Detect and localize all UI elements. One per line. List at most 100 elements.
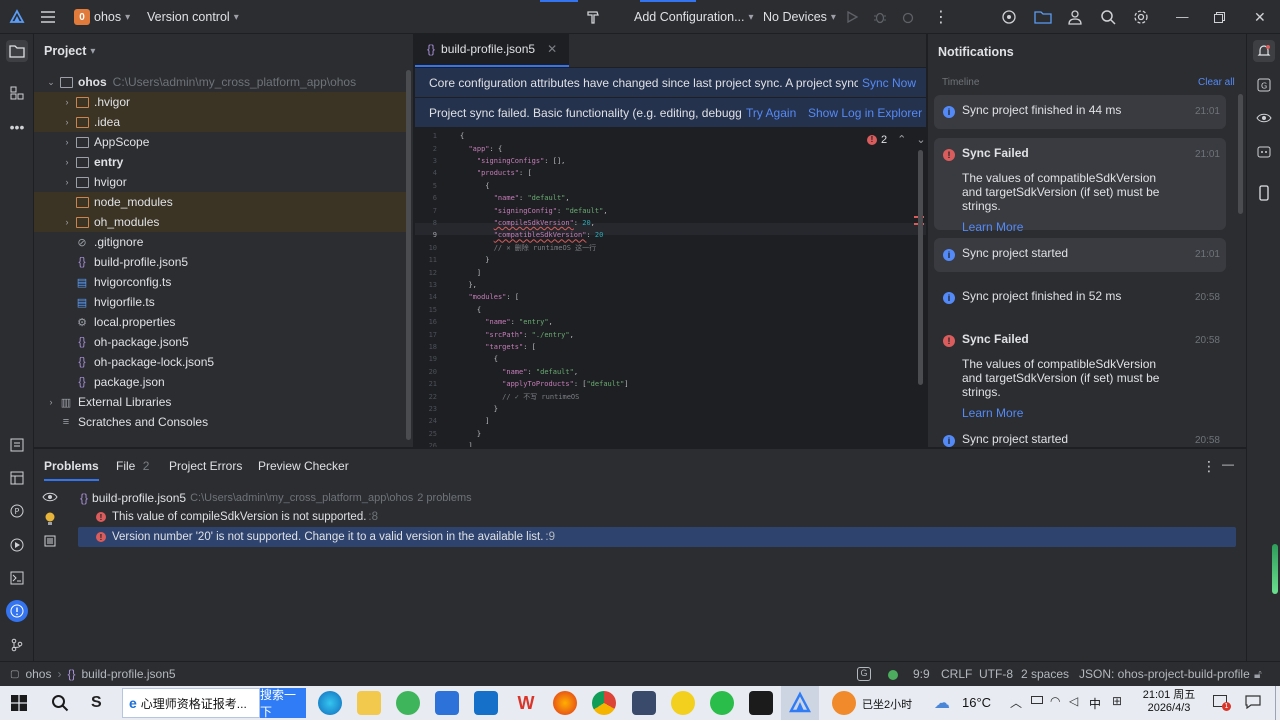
json-schema[interactable]: JSON: ohos-project-build-profile xyxy=(1079,667,1250,681)
tree-item-local-properties[interactable]: ⚙ local.properties xyxy=(34,312,406,332)
tree-item-node-modules[interactable]: node_modules xyxy=(34,192,406,212)
project-panel-header[interactable]: Project ▾ xyxy=(34,34,413,68)
code-line[interactable]: 25 } xyxy=(415,428,482,440)
tree-item-hvigorfile[interactable]: ▤ hvigorfile.ts xyxy=(34,292,406,312)
minimize-panel-icon[interactable]: — xyxy=(1222,457,1234,471)
structure-icon[interactable] xyxy=(6,82,28,104)
code-area[interactable]: 1{2 "app": {3 "signingConfigs": [], 4 "pr… xyxy=(415,130,926,447)
tree-item-package-json[interactable]: {} package.json xyxy=(34,372,406,392)
battery-icon[interactable] xyxy=(1031,696,1043,704)
wps-icon[interactable]: W xyxy=(514,691,538,715)
more-tools-icon[interactable]: ••• xyxy=(6,116,28,138)
lightbulb-icon[interactable] xyxy=(44,512,56,526)
code-line[interactable]: 16 "name": "entry", xyxy=(415,316,553,328)
preview-eye-icon[interactable] xyxy=(1253,107,1275,129)
editor-scrollbar[interactable] xyxy=(918,150,923,385)
monitor-app-icon[interactable] xyxy=(632,691,656,715)
tab-project-errors[interactable]: Project Errors xyxy=(169,459,242,473)
device-dropdown[interactable]: No Devices ▾ xyxy=(763,0,836,34)
more-actions-icon[interactable]: ⋮ xyxy=(933,0,949,34)
minimize-icon[interactable]: — xyxy=(1176,0,1189,34)
problem-row[interactable]: ! This value of compileSdkVersion is not… xyxy=(78,507,1236,527)
line-separator[interactable]: CRLF xyxy=(941,667,972,681)
editor-tab[interactable]: {} build-profile.json5 ✕ xyxy=(415,33,570,67)
code-line[interactable]: 5 { xyxy=(415,180,490,192)
tree-item-scratches[interactable]: ≡ Scratches and Consoles xyxy=(34,412,406,432)
ime-grid-icon[interactable]: ⊞ xyxy=(1112,694,1122,708)
deveco-studio-icon[interactable] xyxy=(788,691,812,715)
device-manager-icon[interactable] xyxy=(1001,0,1017,34)
action-center-icon[interactable] xyxy=(1245,695,1261,709)
notification-item[interactable]: i Sync project finished in 52 ms 20:58 xyxy=(934,281,1226,315)
restore-icon[interactable] xyxy=(1214,0,1225,34)
learn-more-link[interactable]: Learn More xyxy=(962,406,1216,420)
code-line[interactable]: 4 "products": [ xyxy=(415,167,532,179)
main-menu-icon[interactable] xyxy=(40,0,56,34)
gradle-icon[interactable]: G xyxy=(857,667,871,681)
code-line[interactable]: 17 "srcPath": "./entry", xyxy=(415,328,574,340)
app-logo-icon[interactable] xyxy=(9,0,25,34)
learn-more-link[interactable]: Learn More xyxy=(962,220,1216,234)
code-line[interactable]: 26 ] xyxy=(415,440,473,447)
indent-setting[interactable]: 2 spaces xyxy=(1021,667,1069,681)
caret-position[interactable]: 9:9 xyxy=(913,667,930,681)
git-branch-icon[interactable] xyxy=(6,634,28,656)
show-log-link[interactable]: Show Log in Explorer xyxy=(804,105,923,120)
search-button[interactable]: 搜索一下 xyxy=(260,688,306,719)
next-error-icon[interactable]: ⌄ xyxy=(916,133,925,146)
app-analyzer-icon[interactable] xyxy=(1253,141,1275,163)
file-encoding[interactable]: UTF-8 xyxy=(979,667,1013,681)
profiler-p-icon[interactable]: P xyxy=(6,500,28,522)
temperature[interactable]: 16°C xyxy=(962,695,991,710)
tab-file[interactable]: File 2 xyxy=(116,459,149,473)
breadcrumb-item[interactable]: ohos xyxy=(25,667,51,681)
code-line[interactable]: 24 ] xyxy=(415,415,490,427)
todo-icon[interactable] xyxy=(6,434,28,456)
tree-item-build-profile[interactable]: {} build-profile.json5 xyxy=(34,252,406,272)
weather-icon[interactable]: ☁ xyxy=(934,693,950,713)
yellow-app-icon[interactable] xyxy=(671,691,695,715)
tree-item-oh-package[interactable]: {} oh-package.json5 xyxy=(34,332,406,352)
code-line[interactable]: 11 } xyxy=(415,254,490,266)
run-configuration-dropdown[interactable]: Add Configuration... ▾ xyxy=(634,0,754,34)
code-line[interactable]: 2 "app": { xyxy=(415,142,502,154)
vcs-menu[interactable]: Version control ▾ xyxy=(147,0,239,34)
inspection-widget[interactable]: ! 2 ⌃ ⌄ xyxy=(867,133,926,146)
edge-browser-icon[interactable] xyxy=(318,691,342,715)
clock[interactable]: 21:01 周五 2026/4/3 xyxy=(1140,689,1198,715)
run-icon[interactable] xyxy=(845,0,859,34)
sync-now-link[interactable]: Sync Now xyxy=(858,75,917,90)
tree-item-hvigor-hidden[interactable]: › .hvigor xyxy=(34,92,406,112)
close-icon[interactable]: ✕ xyxy=(1254,0,1266,34)
tree-item-gitignore[interactable]: ⊘ .gitignore xyxy=(34,232,406,252)
green-app-icon[interactable] xyxy=(396,691,420,715)
wifi-icon[interactable]: ◠ xyxy=(1050,694,1060,708)
code-line[interactable]: 1{ xyxy=(415,130,464,142)
search-icon[interactable] xyxy=(1100,0,1116,34)
folder-sync-icon[interactable] xyxy=(1034,0,1052,34)
preview-eye-icon[interactable] xyxy=(42,491,58,503)
notification-item[interactable]: ! Sync Failed 20:58 The values of compat… xyxy=(934,324,1226,420)
account-icon[interactable] xyxy=(1067,0,1083,34)
chrome-icon[interactable] xyxy=(592,691,616,715)
ime-indicator[interactable]: 中 xyxy=(1089,695,1101,712)
show-desktop-button[interactable] xyxy=(1275,686,1276,720)
windows-start-icon[interactable] xyxy=(11,695,27,711)
tree-item-oh-package-lock[interactable]: {} oh-package-lock.json5 xyxy=(34,352,406,372)
code-line[interactable]: 22 // ✓ 不写 runtimeOS xyxy=(415,390,580,402)
build-hammer-icon[interactable] xyxy=(585,0,601,34)
code-line[interactable]: 19 { xyxy=(415,353,498,365)
code-line[interactable]: 23 } xyxy=(415,403,498,415)
health-reminder-icon[interactable] xyxy=(832,691,856,715)
tree-root-ohos[interactable]: ⌄ ohos C:\Users\admin\my_cross_platform_… xyxy=(34,72,406,92)
notification-item[interactable]: ! Sync Failed 21:01 The values of compat… xyxy=(934,138,1226,234)
code-line[interactable]: 15 { xyxy=(415,304,482,316)
log-icon[interactable] xyxy=(6,467,28,489)
browser-search-box[interactable]: e 心理师资格证报考... xyxy=(122,688,260,718)
file-explorer-icon[interactable] xyxy=(357,691,381,715)
notification-item[interactable]: i Sync project finished in 44 ms 21:01 xyxy=(934,95,1226,129)
group-by-icon[interactable] xyxy=(44,535,56,547)
outlook-icon[interactable] xyxy=(474,691,498,715)
tree-item-oh-modules[interactable]: › oh_modules xyxy=(34,212,406,232)
project-folder-icon[interactable] xyxy=(6,40,28,62)
